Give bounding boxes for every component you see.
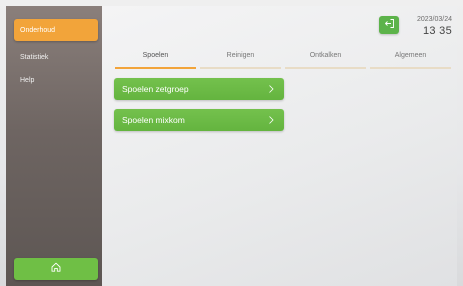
tab-algemeen[interactable]: Algemeen	[369, 51, 452, 69]
tab-label: Ontkalken	[309, 52, 342, 59]
time-display: 13 35	[422, 25, 452, 37]
chevron-right-icon	[266, 115, 276, 125]
tab-indicator	[200, 67, 281, 69]
home-button[interactable]	[14, 258, 98, 280]
tab-reinigen[interactable]: Reinigen	[199, 51, 282, 69]
device-screen: Onderhoud Statistiek Help 2023/03/24 13 …	[0, 0, 463, 286]
tab-label: Algemeen	[394, 52, 427, 59]
tab-label: Reinigen	[226, 52, 255, 59]
sidebar-item-statistiek[interactable]: Statistiek	[14, 46, 98, 68]
date-display: 2023/03/24	[416, 16, 452, 23]
tab-bar: Spoelen Reinigen Ontkalken Algemeen	[114, 51, 455, 69]
sidebar-item-help[interactable]: Help	[14, 69, 98, 91]
tab-ontkalken[interactable]: Ontkalken	[284, 51, 367, 69]
menu-item-label: Spoelen zetgroep	[122, 84, 189, 94]
spoelen-zetgroep-button[interactable]: Spoelen zetgroep	[114, 78, 284, 100]
tab-indicator	[285, 67, 366, 69]
tab-spoelen[interactable]: Spoelen	[114, 51, 197, 69]
main-panel: 2023/03/24 13 35 Spoelen Reinigen Ontkal…	[102, 6, 457, 286]
sidebar-item-label: Help	[20, 76, 35, 84]
sidebar: Onderhoud Statistiek Help	[6, 6, 102, 286]
logout-icon	[384, 16, 395, 34]
tab-label: Spoelen	[142, 52, 169, 59]
sidebar-item-label: Onderhoud	[20, 26, 56, 34]
spoelen-mixkom-button[interactable]: Spoelen mixkom	[114, 109, 284, 131]
logout-button[interactable]	[379, 16, 399, 34]
menu-item-label: Spoelen mixkom	[122, 115, 185, 125]
home-icon	[50, 260, 62, 278]
sidebar-item-label: Statistiek	[20, 53, 49, 61]
tab-indicator	[115, 67, 196, 69]
tab-indicator	[370, 67, 451, 69]
chevron-right-icon	[266, 84, 276, 94]
sidebar-item-onderhoud[interactable]: Onderhoud	[14, 19, 98, 41]
